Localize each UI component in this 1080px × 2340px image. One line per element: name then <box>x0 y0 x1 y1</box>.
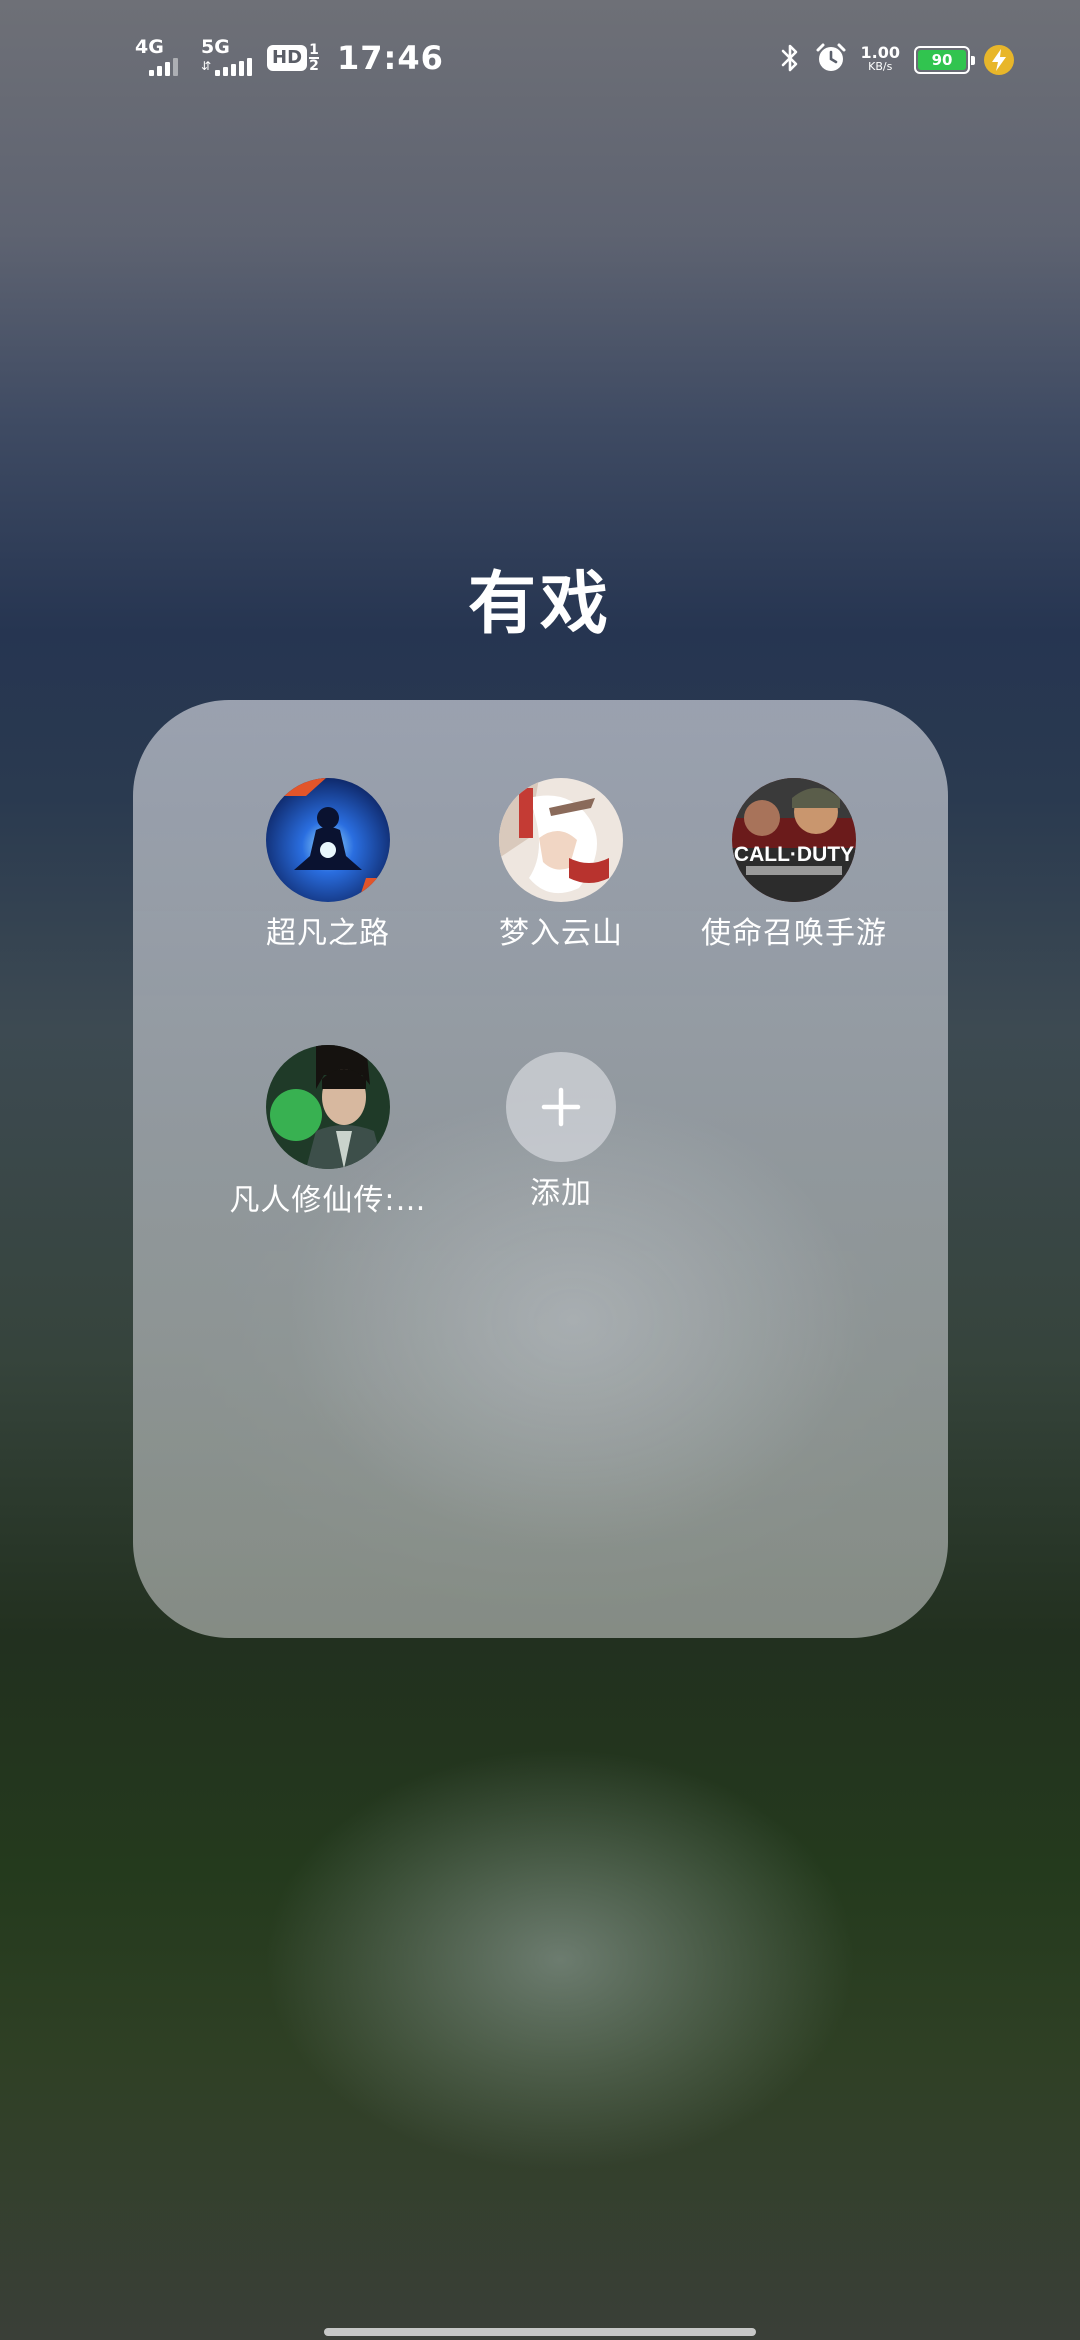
app-label: 梦入云山 <box>499 916 623 951</box>
folder-add-button[interactable]: 添加 <box>451 1045 671 1212</box>
chaofan-zhilu-app-icon[interactable] <box>266 778 390 902</box>
battery-level: 90 <box>918 50 966 70</box>
fanren-xiuxian-app-icon[interactable] <box>266 1045 390 1169</box>
status-bar-right: 1.00 KB/s 90 <box>779 38 1014 82</box>
home-screen: 4G 5G ⇵ HD 1 2 17:46 1.00 KB/s 90 有戏 超凡之… <box>0 0 1080 2340</box>
app-call-of-duty[interactable]: CALL·DUTY 使命召唤手游 <box>684 778 904 952</box>
network-speed: 1.00 KB/s <box>860 43 900 74</box>
call-of-duty-logo-text: CALL·DUTY <box>734 843 854 866</box>
app-label: 超凡之路 <box>266 916 390 951</box>
clock: 17:46 <box>337 39 444 77</box>
add-label: 添加 <box>530 1176 592 1211</box>
app-label: 凡人修仙传:… <box>229 1183 427 1218</box>
hd-bottom: 2 <box>309 58 319 74</box>
status-bar-left: 4G 5G ⇵ HD 1 2 17:46 <box>135 36 444 80</box>
plus-icon <box>541 1087 581 1127</box>
folder-panel: 超凡之路 梦入云山 CALL·DUTY 使命召唤手游 凡人修仙传:… 添加 <box>133 700 948 1638</box>
folder-title[interactable]: 有戏 <box>0 548 1080 647</box>
battery-icon: 90 <box>914 46 975 74</box>
app-mengru-yunshan[interactable]: 梦入云山 <box>451 778 671 952</box>
app-chaofan-zhilu[interactable]: 超凡之路 <box>218 778 438 952</box>
home-indicator[interactable] <box>324 2328 756 2336</box>
network-speed-value: 1.00 <box>860 43 900 62</box>
hd-label: HD <box>267 45 308 71</box>
sim2-network-type: 5G <box>201 36 230 58</box>
sim2-signal-icon: 5G ⇵ <box>201 38 253 78</box>
mengru-yunshan-app-icon[interactable] <box>499 778 623 902</box>
sim1-signal-icon: 4G <box>135 38 187 78</box>
bluetooth-icon <box>779 42 801 78</box>
charging-icon <box>984 45 1014 75</box>
app-label: 使命召唤手游 <box>701 916 887 951</box>
hd-sim-indicator: 1 2 <box>309 42 320 74</box>
status-bar: 4G 5G ⇵ HD 1 2 17:46 1.00 KB/s 90 <box>0 0 1080 110</box>
call-of-duty-app-icon[interactable]: CALL·DUTY <box>732 778 856 902</box>
alarm-icon <box>815 42 847 78</box>
hd-top: 1 <box>309 42 319 58</box>
data-arrows-icon: ⇵ <box>201 59 212 73</box>
network-speed-unit: KB/s <box>868 60 893 73</box>
sim1-network-type: 4G <box>135 36 164 58</box>
hd-volte-icon: HD 1 2 <box>267 42 320 74</box>
add-circle[interactable] <box>506 1052 616 1162</box>
app-fanren-xiuxian[interactable]: 凡人修仙传:… <box>218 1045 438 1219</box>
